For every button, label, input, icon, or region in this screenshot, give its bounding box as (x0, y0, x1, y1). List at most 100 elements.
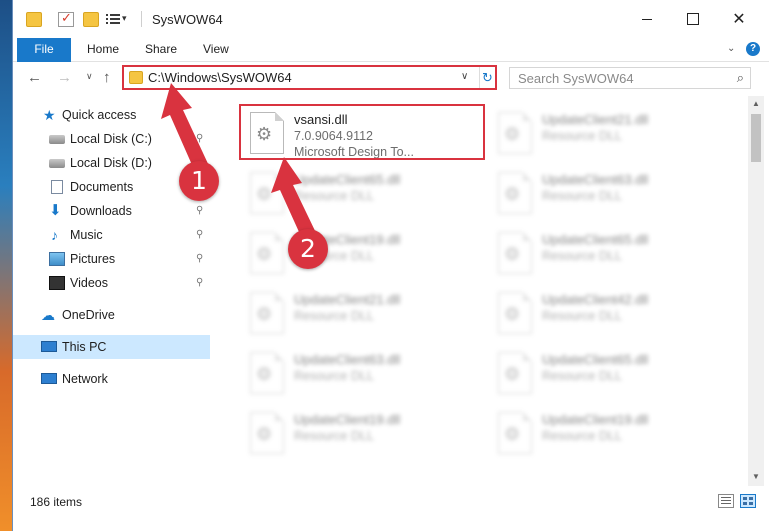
file-description: Resource DLL (294, 189, 374, 203)
customize-toolbar-dropdown[interactable]: ▾ (122, 13, 127, 24)
file-name: UpdateClient63.dll (294, 352, 401, 367)
file-name: UpdateClient21.dll (542, 112, 649, 127)
gear-icon: ⚙ (504, 184, 521, 204)
search-icon[interactable]: ⌕ (737, 70, 744, 86)
maximize-button[interactable] (670, 0, 716, 38)
file-tile[interactable]: ⚙ UpdateClient21.dll Resource DLL (228, 282, 468, 342)
file-name: UpdateClient42.dll (542, 292, 649, 307)
help-icon[interactable]: ? (746, 42, 760, 56)
navigation-bar: ← → ∨ ↑ C:\Windows\SysWOW64 ∨ ↻ Search S… (13, 62, 769, 94)
ribbon-tabs: File Home Share View ⌄ ? (13, 38, 769, 62)
pin-icon[interactable]: ⚲ (196, 253, 203, 264)
tab-share[interactable]: Share (133, 38, 189, 62)
dll-file-icon: ⚙ (250, 352, 284, 394)
file-tile[interactable]: ⚙ UpdateClient63.dll Resource DLL (228, 342, 468, 402)
up-button[interactable]: ↑ (103, 69, 111, 86)
sidebar-item-network[interactable]: Network (13, 367, 210, 391)
file-tile[interactable]: ⚙ UpdateClient19.dll Resource DLL (228, 222, 468, 282)
sidebar-item-music[interactable]: ♪ Music ⚲ (13, 223, 210, 247)
file-tile[interactable]: ⚙ UpdateClient42.dll Resource DLL (476, 282, 716, 342)
item-count: 186 items (30, 495, 83, 509)
folder-icon (129, 71, 143, 84)
file-name: UpdateClient65.dll (542, 352, 649, 367)
expand-ribbon-icon[interactable]: ⌄ (727, 43, 735, 54)
properties-icon[interactable] (58, 10, 74, 27)
file-highlight-box (239, 104, 485, 160)
gear-icon: ⚙ (504, 244, 521, 264)
file-description: Resource DLL (542, 309, 622, 323)
sidebar-item-quick-access[interactable]: ★ Quick access (13, 103, 210, 127)
gear-icon: ⚙ (504, 424, 521, 444)
disk-icon (49, 159, 65, 168)
navigation-pane: ★ Quick access Local Disk (C:) ⚲ Local D… (13, 96, 213, 486)
file-tile[interactable]: ⚙ UpdateClient21.dll Resource DLL (476, 102, 716, 162)
sidebar-item-local-disk-c[interactable]: Local Disk (C:) ⚲ (13, 127, 210, 151)
sidebar-item-label: Downloads (70, 204, 132, 218)
sidebar-item-this-pc[interactable]: This PC (13, 335, 210, 359)
large-icons-view-icon[interactable] (740, 494, 756, 508)
dll-file-icon: ⚙ (498, 292, 532, 334)
file-tile[interactable]: ⚙ UpdateClient65.dll Resource DLL (228, 162, 468, 222)
pin-icon[interactable]: ⚲ (196, 205, 203, 216)
dll-file-icon: ⚙ (498, 112, 532, 154)
sidebar-item-onedrive[interactable]: ☁ OneDrive (13, 303, 210, 327)
gear-icon: ⚙ (504, 304, 521, 324)
details-view-icon[interactable] (718, 494, 734, 508)
file-name: UpdateClient19.dll (542, 412, 649, 427)
sidebar-item-videos[interactable]: Videos ⚲ (13, 271, 210, 295)
address-history-dropdown[interactable]: ∨ (461, 71, 468, 82)
file-tile[interactable]: ⚙ UpdateClient19.dll Resource DLL (228, 402, 468, 462)
sidebar-item-label: Local Disk (C:) (70, 132, 152, 146)
sidebar-item-label: Quick access (62, 108, 137, 122)
title-bar: ▾ SysWOW64 ✕ (13, 0, 769, 38)
minimize-button[interactable] (624, 0, 670, 38)
pin-icon[interactable]: ⚲ (196, 277, 203, 288)
file-description: Resource DLL (542, 129, 622, 143)
folder-icon[interactable] (26, 12, 42, 27)
pin-icon[interactable]: ⚲ (196, 229, 203, 240)
file-tile[interactable]: ⚙ UpdateClient65.dll Resource DLL (476, 342, 716, 402)
scrollbar-thumb[interactable] (751, 114, 761, 162)
vertical-scrollbar[interactable]: ▲ ▼ (748, 96, 764, 486)
cloud-icon: ☁ (41, 307, 55, 323)
forward-button[interactable]: → (57, 69, 72, 86)
sidebar-item-downloads[interactable]: ⬇ Downloads ⚲ (13, 199, 210, 223)
sidebar-item-label: Documents (70, 180, 134, 194)
scroll-down-icon[interactable]: ▼ (752, 472, 760, 481)
file-name: UpdateClient21.dll (294, 292, 401, 307)
videos-icon (49, 276, 65, 290)
sidebar-item-pictures[interactable]: Pictures ⚲ (13, 247, 210, 271)
dll-file-icon: ⚙ (250, 232, 284, 274)
documents-icon (51, 180, 63, 194)
tab-view[interactable]: View (191, 38, 241, 62)
view-options-icon[interactable] (106, 12, 120, 26)
window-title: SysWOW64 (152, 12, 223, 27)
file-tile[interactable]: ⚙ UpdateClient65.dll Resource DLL (476, 222, 716, 282)
search-input[interactable]: Search SysWOW64 ⌕ (509, 67, 751, 89)
file-tile[interactable]: ⚙ UpdateClient63.dll Resource DLL (476, 162, 716, 222)
sidebar-item-label: Pictures (70, 252, 116, 266)
file-tile[interactable]: ⚙ UpdateClient19.dll Resource DLL (476, 402, 716, 462)
pictures-icon (49, 252, 65, 266)
file-description: Resource DLL (294, 309, 374, 323)
tab-home[interactable]: Home (75, 38, 131, 62)
pin-icon[interactable]: ⚲ (196, 133, 203, 144)
close-button[interactable]: ✕ (716, 0, 762, 38)
dll-file-icon: ⚙ (498, 172, 532, 214)
step-1-badge: 1 (179, 161, 219, 201)
gear-icon: ⚙ (256, 184, 273, 204)
sidebar-item-label: OneDrive (62, 308, 115, 322)
dll-file-icon: ⚙ (250, 172, 284, 214)
file-description: Resource DLL (542, 369, 622, 383)
network-icon (41, 373, 57, 384)
back-button[interactable]: ← (27, 69, 42, 86)
tab-file[interactable]: File (17, 38, 71, 62)
refresh-icon[interactable]: ↻ (479, 67, 495, 88)
address-bar[interactable]: C:\Windows\SysWOW64 ∨ ↻ (122, 65, 497, 90)
file-name: UpdateClient63.dll (542, 172, 649, 187)
address-path[interactable]: C:\Windows\SysWOW64 (148, 70, 292, 85)
music-icon: ♪ (51, 227, 58, 243)
recent-locations-button[interactable]: ∨ (86, 71, 93, 82)
scroll-up-icon[interactable]: ▲ (752, 99, 760, 108)
new-folder-icon[interactable] (83, 12, 99, 27)
